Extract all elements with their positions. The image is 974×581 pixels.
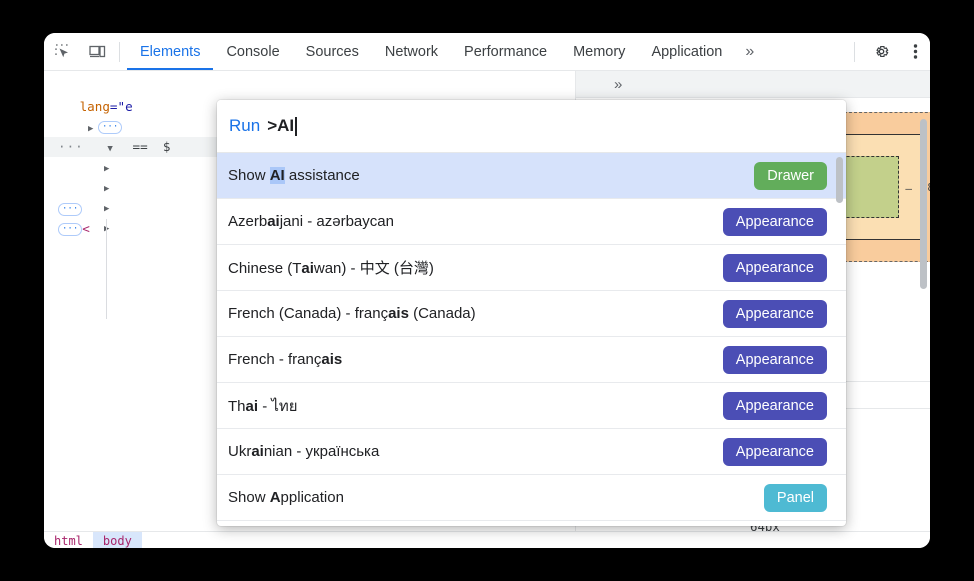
dom-node-text: ="e (109, 99, 133, 114)
text-caret (295, 116, 297, 136)
more-tabs-icon[interactable]: » (735, 43, 763, 61)
command-palette-item[interactable]: Chinese (Taiwan) - 中文 (台灣) Appearance (217, 245, 846, 291)
breadcrumb: html body (44, 531, 930, 548)
command-palette-item[interactable]: Thai - ไทย Appearance (217, 383, 846, 429)
command-palette-input-row[interactable]: Run >AI (217, 100, 846, 153)
toolbar-divider-2 (854, 41, 855, 62)
dom-node-toggle[interactable]: ▼ (107, 139, 117, 159)
command-palette-scrollbar[interactable] (836, 157, 843, 203)
command-palette-item[interactable]: Show Application Panel (217, 475, 846, 521)
toolbar-divider (119, 41, 120, 62)
command-palette-item-label: French - français (228, 351, 343, 368)
device-toolbar-glyph (88, 45, 105, 57)
command-palette-prefix: Run (229, 116, 261, 135)
dom-node-toggle[interactable]: ▶ (88, 119, 98, 139)
command-palette-item[interactable]: French - français Appearance (217, 337, 846, 383)
kebab-menu-icon[interactable] (900, 39, 930, 65)
dom-node-row[interactable] (44, 77, 574, 97)
command-palette-item[interactable]: Show AI assistance Drawer (217, 153, 846, 199)
command-palette-item[interactable]: French (Canada) - français (Canada) Appea… (217, 291, 846, 337)
inspect-element-glyph (55, 43, 69, 57)
toolbar-right-group (847, 39, 930, 65)
box-model-margin-right-value[interactable]: 8 (927, 181, 930, 194)
command-palette-item-label: Show AI assistance (228, 167, 360, 184)
gear-glyph (875, 45, 888, 58)
command-palette-item-badge: Drawer (754, 161, 827, 190)
dom-node-toggle[interactable]: ▶ (104, 179, 114, 199)
collapsed-children-badge[interactable]: ··· (98, 121, 123, 134)
command-palette-item-label: Show Application (228, 489, 344, 506)
command-palette-item-badge: Appearance (722, 391, 827, 420)
dom-node-toggle[interactable]: ▶ (104, 199, 114, 219)
command-palette-item-label: French (Canada) - français (Canada) (228, 305, 476, 322)
tab-performance[interactable]: Performance (451, 33, 560, 70)
styles-pane-scrollbar[interactable] (920, 119, 927, 289)
command-palette-item-label: Azerbaijani - azərbaycan (228, 213, 394, 230)
dom-node-text: lang (72, 99, 110, 114)
command-palette-item-label: Thai - ไทย (228, 397, 298, 415)
styles-subtab-bar: » (576, 71, 930, 98)
command-palette-item-label: Chinese (Taiwan) - 中文 (台灣) (228, 260, 434, 277)
command-palette-item-badge: Appearance (722, 207, 827, 236)
dom-node-text: == $ (117, 139, 171, 154)
box-model-border-right-value[interactable]: – (905, 182, 912, 195)
command-palette-input[interactable]: >AI (267, 116, 294, 136)
command-palette-item-badge: Appearance (722, 345, 827, 374)
tab-console[interactable]: Console (213, 33, 292, 70)
dom-node-toggle[interactable]: ▶ (104, 159, 114, 179)
breadcrumb-item-html[interactable]: html (44, 532, 93, 549)
gear-icon[interactable] (866, 39, 896, 65)
devtools-toolbar: Elements Console Sources Network Perform… (44, 33, 930, 71)
dom-node-text: lang="e (72, 99, 133, 114)
command-palette-results[interactable]: Show AI assistance Drawer Azerbaijani - az… (217, 153, 846, 526)
kebab-glyph (913, 44, 917, 59)
breadcrumb-item-body[interactable]: body (92, 531, 142, 548)
dom-node-gutter-dots[interactable]: ··· (58, 139, 84, 154)
inspect-element-icon[interactable] (48, 39, 78, 65)
device-toolbar-icon[interactable] (82, 39, 112, 65)
command-palette-item[interactable]: Azerbaijani - azərbaycan Appearance (217, 199, 846, 245)
command-palette-item-label: Ukrainian - українська (228, 443, 380, 460)
tab-elements[interactable]: Elements (127, 33, 213, 70)
styles-more-icon[interactable]: » (614, 76, 622, 93)
devtools-window: Elements Console Sources Network Perform… (44, 33, 930, 548)
command-palette-item-badge: Appearance (722, 253, 827, 282)
tab-sources[interactable]: Sources (293, 33, 372, 70)
command-palette[interactable]: Run >AI Show AI assistance Drawer Azerbaij… (217, 100, 846, 526)
command-palette-item[interactable]: Ukrainian - українська Appearance (217, 429, 846, 475)
command-palette-item-badge: Appearance (722, 299, 827, 328)
tab-network[interactable]: Network (372, 33, 451, 70)
command-palette-item-badge: Appearance (722, 437, 827, 466)
tab-application[interactable]: Application (638, 33, 735, 70)
tab-memory[interactable]: Memory (560, 33, 638, 70)
command-palette-item-badge: Panel (763, 483, 827, 512)
dom-indent-guide (106, 219, 107, 319)
